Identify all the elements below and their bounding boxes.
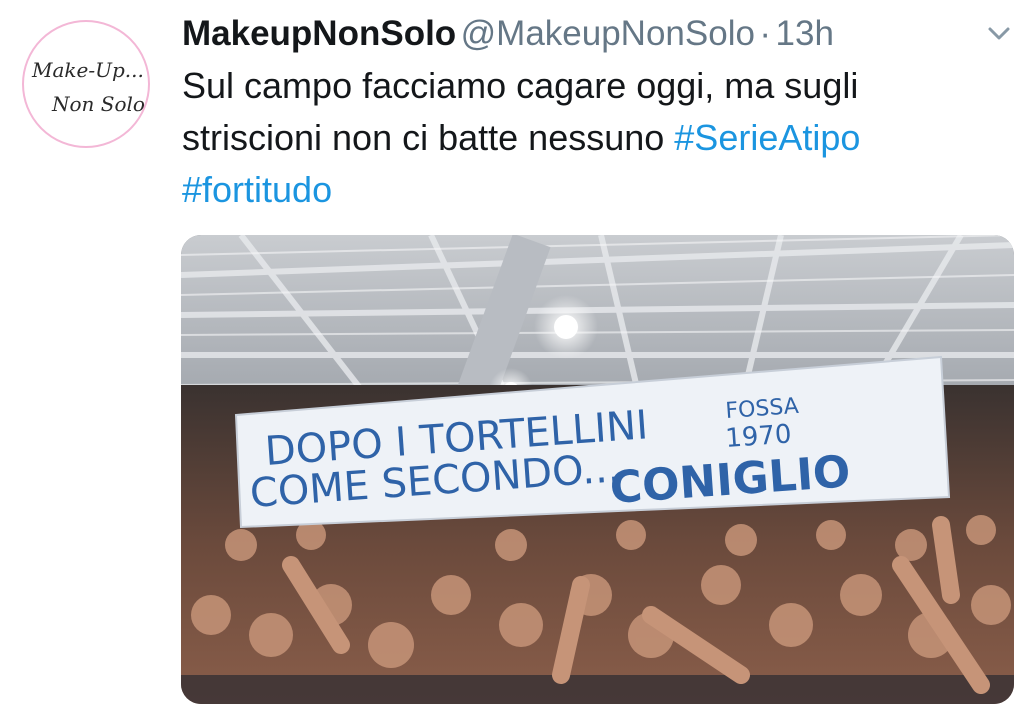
hashtag-link[interactable]: #SerieAtipo [674, 117, 860, 158]
tweet-header: MakeupNonSolo @MakeupNonSolo · 13h [182, 14, 834, 58]
avatar-text-line1: Make-Up... [32, 58, 144, 82]
separator-dot: · [759, 14, 772, 53]
avatar-text-line2: Non Solo [52, 92, 145, 116]
banner-stamp-year: 1970 [724, 419, 792, 454]
chevron-down-icon[interactable] [986, 24, 1012, 44]
tweet-text: Sul campo facciamo cagare oggi, ma sugli… [182, 60, 1002, 216]
hashtag-link[interactable]: #fortitudo [182, 169, 332, 210]
author-handle[interactable]: @MakeupNonSolo [461, 14, 755, 53]
tweet-timestamp[interactable]: 13h [776, 14, 834, 53]
author-name[interactable]: MakeupNonSolo [182, 14, 456, 53]
photo-illustration: DOPO I TORTELLINI COME SECONDO... CONIGL… [181, 235, 1014, 704]
tweet-photo[interactable]: DOPO I TORTELLINI COME SECONDO... CONIGL… [181, 235, 1014, 704]
avatar[interactable]: Make-Up... Non Solo [22, 20, 150, 148]
